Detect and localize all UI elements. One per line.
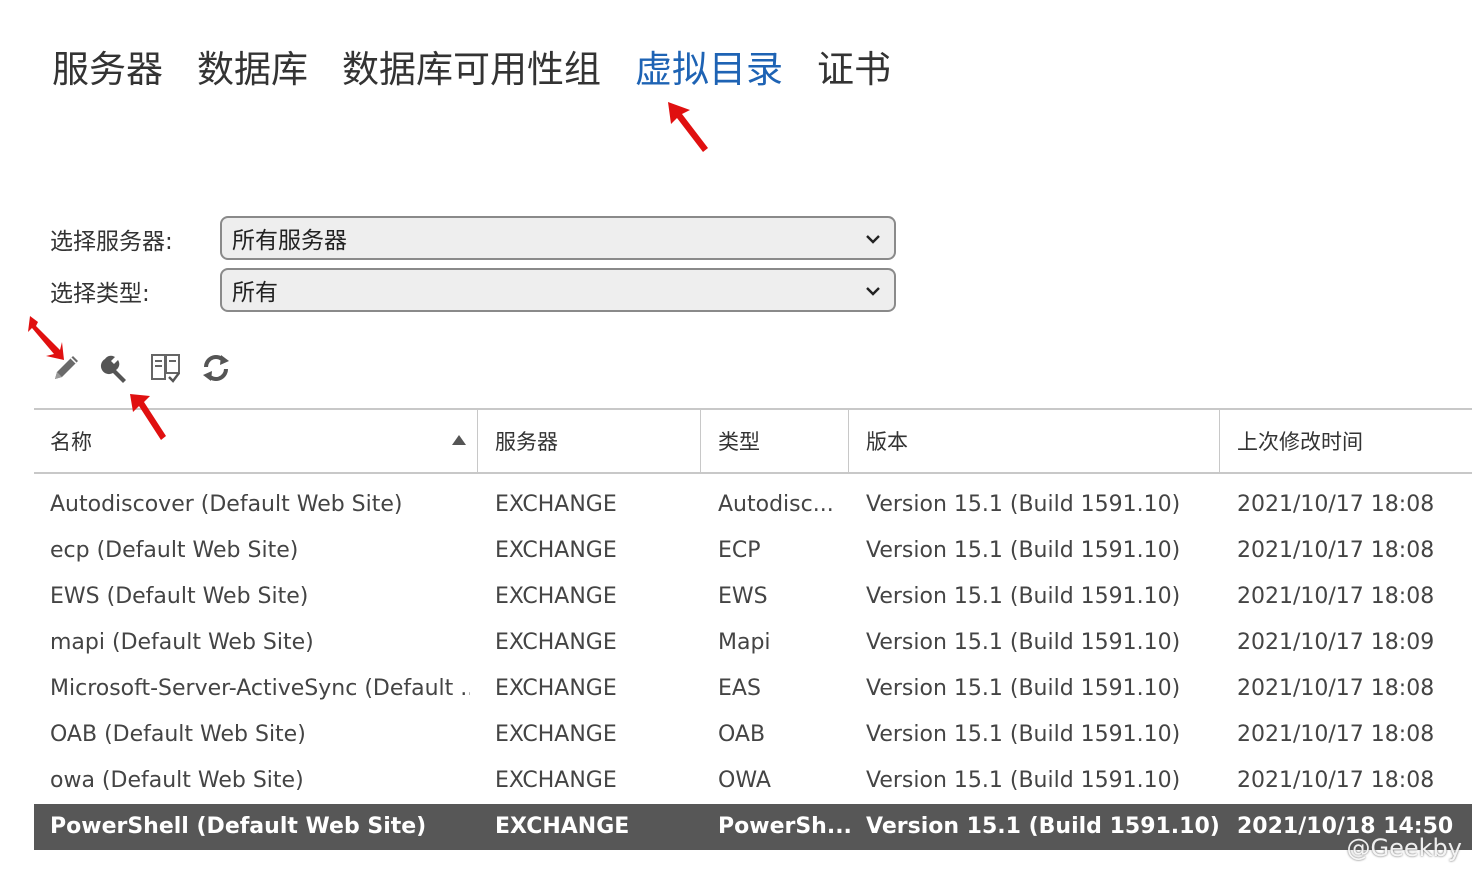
cell-version: Version 15.1 (Build 1591.10) xyxy=(866,814,1220,839)
table-header: 名称 服务器 类型 版本 上次修改时间 xyxy=(34,408,1472,474)
cell-server: EXCHANGE xyxy=(495,722,617,747)
cell-modified: 2021/10/17 18:08 xyxy=(1237,492,1435,517)
cell-version: Version 15.1 (Build 1591.10) xyxy=(866,768,1181,793)
refresh-icon xyxy=(203,355,229,381)
cell-type: Autodisc... xyxy=(718,492,834,517)
chevron-down-icon xyxy=(866,287,880,296)
tab-certificates[interactable]: 证书 xyxy=(817,44,891,96)
cell-server: EXCHANGE xyxy=(495,630,617,655)
server-filter-label: 选择服务器: xyxy=(50,229,173,255)
cell-server: EXCHANGE xyxy=(495,584,617,609)
watermark: @Geekby xyxy=(1346,834,1462,862)
cell-version: Version 15.1 (Build 1591.10) xyxy=(866,630,1181,655)
cell-version: Version 15.1 (Build 1591.10) xyxy=(866,722,1181,747)
column-separator[interactable] xyxy=(477,410,478,472)
type-select[interactable]: 所有 xyxy=(220,268,896,312)
chevron-down-icon xyxy=(866,235,880,244)
cell-type: Mapi xyxy=(718,630,771,655)
table-row[interactable]: Microsoft-Server-ActiveSync (Default ...… xyxy=(34,666,1472,712)
cell-version: Version 15.1 (Build 1591.10) xyxy=(866,676,1181,701)
server-select-value: 所有服务器 xyxy=(232,228,347,254)
cell-type: OWA xyxy=(718,768,771,793)
tab-databases[interactable]: 数据库 xyxy=(197,44,308,96)
cell-modified: 2021/10/17 18:09 xyxy=(1237,630,1435,655)
reset-virtual-directory-icon xyxy=(151,354,180,383)
server-filter-row: 选择服务器: xyxy=(50,216,220,262)
table-row[interactable]: Autodiscover (Default Web Site) EXCHANGE… xyxy=(34,482,1472,528)
cell-modified: 2021/10/17 18:08 xyxy=(1237,722,1435,747)
cell-type: EAS xyxy=(718,676,761,701)
cell-server: EXCHANGE xyxy=(495,492,617,517)
column-separator[interactable] xyxy=(700,410,701,472)
annotation-arrow-icon xyxy=(668,102,708,152)
cell-name: Microsoft-Server-ActiveSync (Default ... xyxy=(50,676,470,701)
cell-modified: 2021/10/17 18:08 xyxy=(1237,676,1435,701)
column-separator[interactable] xyxy=(848,410,849,472)
cell-modified: 2021/10/17 18:08 xyxy=(1237,584,1435,609)
table-row-selected[interactable]: PowerShell (Default Web Site) EXCHANGE P… xyxy=(34,804,1472,850)
column-header-last-modified[interactable]: 上次修改时间 xyxy=(1237,410,1363,472)
virtual-directories-table: 名称 服务器 类型 版本 上次修改时间 Autodiscover (Defaul… xyxy=(34,408,1472,850)
cell-type: PowerSh... xyxy=(718,814,852,839)
cell-modified: 2021/10/17 18:08 xyxy=(1237,768,1435,793)
sort-ascending-icon xyxy=(452,435,466,445)
cell-modified: 2021/10/17 18:08 xyxy=(1237,538,1435,563)
top-nav-tabs: 服务器 数据库 数据库可用性组 虚拟目录 证书 xyxy=(52,44,891,96)
column-separator[interactable] xyxy=(1219,410,1220,472)
cell-name: Autodiscover (Default Web Site) xyxy=(50,492,403,517)
tab-virtual-directories[interactable]: 虚拟目录 xyxy=(635,44,783,96)
type-filter-label: 选择类型: xyxy=(50,281,150,307)
cell-name: mapi (Default Web Site) xyxy=(50,630,314,655)
configure-wrench-icon xyxy=(100,355,126,383)
table-row[interactable]: ecp (Default Web Site) EXCHANGE ECP Vers… xyxy=(34,528,1472,574)
cell-type: OAB xyxy=(718,722,766,747)
edit-button[interactable] xyxy=(48,350,84,386)
table-row[interactable]: EWS (Default Web Site) EXCHANGE EWS Vers… xyxy=(34,574,1472,620)
cell-version: Version 15.1 (Build 1591.10) xyxy=(866,584,1181,609)
tab-database-availability-groups[interactable]: 数据库可用性组 xyxy=(342,44,601,96)
cell-server: EXCHANGE xyxy=(495,814,630,839)
cell-server: EXCHANGE xyxy=(495,676,617,701)
edit-pencil-icon xyxy=(55,356,78,379)
cell-server: EXCHANGE xyxy=(495,538,617,563)
column-header-version[interactable]: 版本 xyxy=(866,410,908,472)
cell-type: ECP xyxy=(718,538,761,563)
cell-name: ecp (Default Web Site) xyxy=(50,538,299,563)
toolbar xyxy=(48,350,234,386)
column-header-name[interactable]: 名称 xyxy=(50,410,92,472)
type-filter-row: 选择类型: xyxy=(50,268,220,314)
tab-servers[interactable]: 服务器 xyxy=(52,44,163,96)
configure-button[interactable] xyxy=(98,350,134,386)
cell-version: Version 15.1 (Build 1591.10) xyxy=(866,538,1181,563)
reset-virtual-directory-button[interactable] xyxy=(148,350,184,386)
cell-version: Version 15.1 (Build 1591.10) xyxy=(866,492,1181,517)
table-row[interactable]: mapi (Default Web Site) EXCHANGE Mapi Ve… xyxy=(34,620,1472,666)
table-row[interactable]: OAB (Default Web Site) EXCHANGE OAB Vers… xyxy=(34,712,1472,758)
cell-name: PowerShell (Default Web Site) xyxy=(50,814,427,839)
table-row[interactable]: owa (Default Web Site) EXCHANGE OWA Vers… xyxy=(34,758,1472,804)
type-select-value: 所有 xyxy=(232,280,278,306)
cell-name: owa (Default Web Site) xyxy=(50,768,304,793)
cell-name: OAB (Default Web Site) xyxy=(50,722,306,747)
server-select[interactable]: 所有服务器 xyxy=(220,216,896,260)
cell-name: EWS (Default Web Site) xyxy=(50,584,309,609)
refresh-button[interactable] xyxy=(198,350,234,386)
column-header-server[interactable]: 服务器 xyxy=(495,410,558,472)
table-body: Autodiscover (Default Web Site) EXCHANGE… xyxy=(34,482,1472,850)
cell-type: EWS xyxy=(718,584,768,609)
column-header-type[interactable]: 类型 xyxy=(718,410,760,472)
cell-server: EXCHANGE xyxy=(495,768,617,793)
